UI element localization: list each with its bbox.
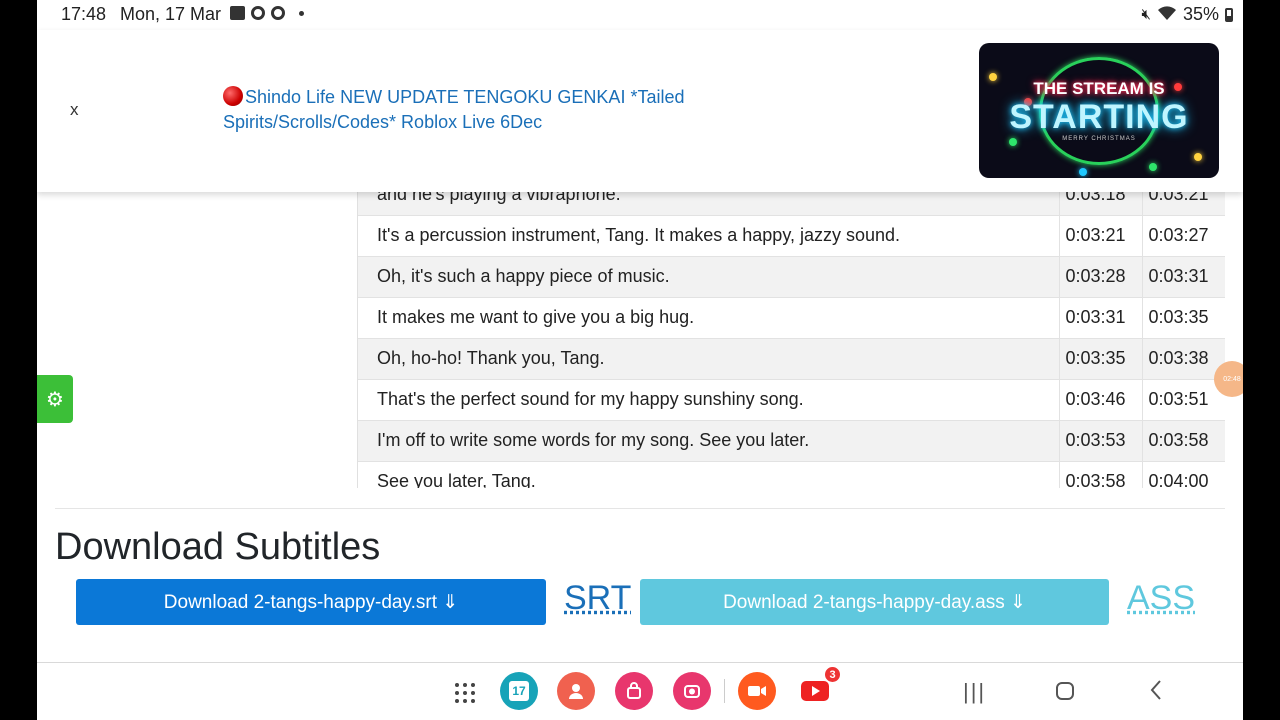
subtitle-start-time: 0:03:35: [1058, 338, 1142, 380]
chevron-left-icon: [1150, 680, 1161, 700]
browser-screen: 17:48 Mon, 17 Mar 🔇︎ 35% x Shindo Life N…: [37, 0, 1243, 720]
youtube-app-icon[interactable]: 3: [796, 666, 841, 710]
video-record-icon: [748, 686, 766, 696]
subtitle-start-time: 0:03:58: [1058, 461, 1142, 488]
camera-icon: [684, 685, 700, 698]
settings-tab[interactable]: ⚙︎: [37, 375, 73, 423]
status-date: Mon, 17 Mar: [120, 4, 222, 24]
back-button[interactable]: [1149, 679, 1163, 707]
calendar-app-icon[interactable]: 17: [500, 672, 538, 710]
store-app-icon[interactable]: [615, 672, 653, 710]
floating-timer-bubble[interactable]: 02:48: [1214, 361, 1243, 397]
live-record-icon: [223, 86, 243, 106]
thumb-line-1: THE STREAM IS: [1033, 79, 1165, 98]
chrome-icon: [271, 6, 285, 20]
subtitle-end-time: 0:04:00: [1141, 461, 1225, 488]
subtitle-table: and he's playing a vibraphone. 0:03:18 0:0…: [358, 174, 1225, 488]
dock-separator: [724, 679, 725, 703]
ad-title-text: Shindo Life NEW UPDATE TENGOKU GENKAI *T…: [223, 87, 685, 132]
more-notifications-icon: [299, 10, 304, 16]
srt-format-link[interactable]: SRT: [564, 579, 631, 618]
app-drawer-icon[interactable]: [455, 683, 475, 703]
ad-banner[interactable]: x Shindo Life NEW UPDATE TENGOKU GENKAI …: [37, 30, 1243, 192]
subtitle-table-scroll[interactable]: and he's playing a vibraphone. 0:03:18 0:0…: [357, 174, 1225, 488]
subtitle-text: Oh, it's such a happy piece of music.: [358, 256, 1059, 298]
home-button[interactable]: [1055, 681, 1075, 707]
chrome-icon: [251, 6, 265, 20]
wifi-icon: [1157, 5, 1177, 25]
subtitle-end-time: 0:03:31: [1141, 256, 1225, 298]
ass-format-link[interactable]: ASS: [1127, 579, 1195, 618]
youtube-icon: [801, 681, 829, 701]
system-icons: 🔇︎ 35%: [1142, 4, 1233, 25]
ad-title-link[interactable]: Shindo Life NEW UPDATE TENGOKU GENKAI *T…: [223, 85, 743, 135]
recent-apps-button[interactable]: |||: [963, 679, 986, 705]
subtitle-row: See you later, Tang. 0:03:58 0:04:00: [358, 461, 1225, 488]
section-divider: [55, 508, 1225, 509]
subtitle-start-time: 0:03:53: [1058, 420, 1142, 462]
battery-percent: 35%: [1182, 4, 1219, 24]
ad-thumbnail[interactable]: THE STREAM IS STARTING MERRY CHRISTMAS: [979, 43, 1219, 178]
system-navbar: 17 3 |||: [37, 663, 1243, 720]
download-srt-button[interactable]: Download 2-tangs-happy-day.srt ⇓: [76, 579, 546, 625]
subtitle-end-time: 0:03:58: [1141, 420, 1225, 462]
subtitle-end-time: 0:03:38: [1141, 338, 1225, 380]
folder-icon: [230, 6, 245, 20]
download-ass-button[interactable]: Download 2-tangs-happy-day.ass ⇓: [640, 579, 1109, 625]
subtitle-text: It makes me want to give you a big hug.: [358, 297, 1059, 339]
subtitle-row: It makes me want to give you a big hug. 0…: [358, 297, 1225, 339]
subtitle-text: It's a percussion instrument, Tang. It m…: [358, 215, 1059, 257]
screen-recorder-app-icon[interactable]: [738, 672, 776, 710]
subtitle-start-time: 0:03:46: [1058, 379, 1142, 421]
battery-icon: [1225, 7, 1233, 22]
subtitle-row: I'm off to write some words for my song.…: [358, 420, 1225, 462]
light-bulb: [1194, 153, 1202, 161]
status-time: 17:48: [61, 4, 107, 24]
subtitle-row: Oh, ho-ho! Thank you, Tang. 0:03:35 0:03:3…: [358, 338, 1225, 380]
subtitle-text: That's the perfect sound for my happy su…: [358, 379, 1059, 421]
subtitle-row: It's a percussion instrument, Tang. It m…: [358, 215, 1225, 257]
shopping-bag-icon: [627, 682, 641, 699]
calendar-day: 17: [509, 681, 529, 701]
subtitle-end-time: 0:03:35: [1141, 297, 1225, 339]
subtitle-text: Oh, ho-ho! Thank you, Tang.: [358, 338, 1059, 380]
light-bulb: [1149, 163, 1157, 171]
mute-icon: 🔇︎: [1141, 6, 1151, 23]
notification-icons: [230, 6, 304, 20]
thumb-line-2: STARTING: [1009, 98, 1189, 136]
ad-close-button[interactable]: x: [70, 100, 79, 120]
home-icon: [1056, 682, 1074, 700]
subtitle-row: Oh, it's such a happy piece of music. 0:0…: [358, 256, 1225, 298]
camera-app-icon[interactable]: [673, 672, 711, 710]
contacts-app-icon[interactable]: [557, 672, 595, 710]
subtitle-text: See you later, Tang.: [358, 461, 1059, 488]
subtitle-end-time: 0:03:51: [1141, 379, 1225, 421]
subtitle-start-time: 0:03:31: [1058, 297, 1142, 339]
subtitle-text: I'm off to write some words for my song.…: [358, 420, 1059, 462]
subtitle-end-time: 0:03:27: [1141, 215, 1225, 257]
download-subtitles-heading: Download Subtitles: [55, 526, 381, 568]
light-bulb: [1079, 168, 1087, 176]
person-icon: [569, 684, 583, 699]
subtitle-row: That's the perfect sound for my happy su…: [358, 379, 1225, 421]
notification-badge: 3: [824, 666, 841, 683]
subtitle-start-time: 0:03:21: [1058, 215, 1142, 257]
subtitle-start-time: 0:03:28: [1058, 256, 1142, 298]
gear-icon: ⚙︎: [46, 388, 64, 411]
thumb-line-3: MERRY CHRISTMAS: [1062, 136, 1136, 142]
